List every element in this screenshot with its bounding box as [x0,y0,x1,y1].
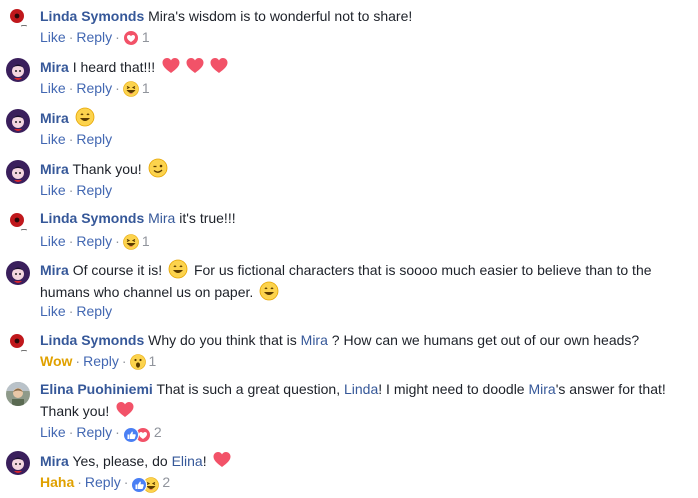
comment-body: Linda Symonds Mira it's true!!! [40,208,688,229]
comment-actions: Like · Reply · 2 [40,422,162,442]
comment-actions: Like · Reply · 1 [40,29,150,46]
love-reaction-icon[interactable] [123,30,139,46]
mention-link[interactable]: Linda [344,381,378,397]
comment-text: humans who channel us on paper. [40,284,254,300]
comment-thread: Linda Symonds Mira's wisdom is to wonder… [0,0,698,498]
reply-button[interactable]: Reply [76,303,112,319]
reply-button[interactable]: Reply [76,80,112,96]
mira-avatar-icon[interactable] [6,109,30,133]
like-button[interactable]: Like [40,182,66,198]
heart-emoji-icon [161,56,181,76]
mention-link[interactable]: Mira [301,332,328,348]
grinning-emoji-icon [75,107,95,127]
reaction-count[interactable]: 1 [142,80,150,96]
linda-avatar-icon[interactable] [6,6,30,30]
grinning-emoji-icon [259,281,279,301]
elina-avatar-icon[interactable] [6,382,30,406]
comment-actions: Like · Reply · 1 [40,80,150,97]
wow-reaction-button[interactable]: Wow [40,353,72,369]
reply-button[interactable]: Reply [76,424,112,440]
comment-actions: Like · Reply · 1 [40,233,150,250]
mention-link[interactable]: Mira [148,210,175,226]
comment-text: Why do you think that is [148,332,297,348]
comment-text: ? How can we humans get out of our own h… [331,332,640,348]
comment-body: Linda Symonds Why do you think that is M… [40,330,688,351]
comment-body: Linda Symonds Mira's wisdom is to wonder… [40,6,688,27]
haha-reaction-button[interactable]: Haha [40,474,74,490]
heart-emoji-icon [212,450,232,470]
comment-text: Yes, please, do [72,453,168,469]
reply-button[interactable]: Reply [76,233,112,249]
reaction-count[interactable]: 1 [149,353,157,369]
like-button[interactable]: Like [40,303,66,319]
author-name[interactable]: Linda Symonds [40,332,144,348]
reply-button[interactable]: Reply [76,131,112,147]
reply-button[interactable]: Reply [85,474,121,490]
comment-text: ! I might need to doodle [378,381,525,397]
comment-body: Mira Thank you! [40,158,688,180]
like-love-reaction-icon[interactable] [123,423,151,443]
like-button[interactable]: Like [40,29,66,45]
comment-text: I heard that!!! [72,59,156,75]
author-name[interactable]: Mira [40,110,69,126]
comment-body: Mira Of course it is! For us fictional c… [40,259,688,303]
comment-body: Elina Puohiniemi That is such a great qu… [40,379,688,422]
author-name[interactable]: Mira [40,161,69,177]
comment-body: Mira [40,107,688,129]
grinning-emoji-icon [168,259,188,279]
author-name[interactable]: Elina Puohiniemi [40,381,153,397]
comment-body: Mira I heard that!!! [40,56,688,78]
mira-avatar-icon[interactable] [6,58,30,82]
reply-button[interactable]: Reply [83,353,119,369]
comment-actions: Haha · Reply · 2 [40,472,170,492]
linda-avatar-icon[interactable] [6,331,30,355]
comment-text: That is such a great question, [156,381,341,397]
comment-actions: Like · Reply [40,303,113,319]
like-button[interactable]: Like [40,233,66,249]
author-name[interactable]: Mira [40,262,69,278]
linda-avatar-icon[interactable] [6,210,30,234]
heart-emoji-icon [209,56,229,76]
author-name[interactable]: Linda Symonds [40,8,144,24]
reaction-count[interactable]: 2 [162,474,170,490]
wink-emoji-icon [148,158,168,178]
heart-emoji-icon [115,400,135,420]
author-name[interactable]: Linda Symonds [40,210,144,226]
like-button[interactable]: Like [40,80,66,96]
mention-link[interactable]: Mira [528,381,555,397]
reaction-count[interactable]: 1 [142,233,150,249]
comment-text: Of course it is! [72,262,163,278]
comment-actions: Like · Reply [40,182,113,198]
mira-avatar-icon[interactable] [6,451,30,475]
haha-reaction-icon[interactable] [123,234,139,250]
reply-button[interactable]: Reply [76,182,112,198]
comment-text: ! [202,453,207,469]
mira-avatar-icon[interactable] [6,261,30,285]
like-haha-reaction-icon[interactable] [131,473,159,493]
comment-text: Thank you! [72,161,142,177]
heart-emoji-icon [185,56,205,76]
reaction-count[interactable]: 1 [142,29,150,45]
wow-reaction-icon[interactable] [130,354,146,370]
comment-text: Thank you! [40,403,110,419]
reply-button[interactable]: Reply [76,29,112,45]
mention-link[interactable]: Elina [172,453,203,469]
comment-actions: Like · Reply [40,131,113,147]
like-button[interactable]: Like [40,131,66,147]
comment-text: For us fictional characters that is sooo… [193,262,652,278]
comment-text: 's answer for that! [555,381,666,397]
comment-actions: Wow · Reply · 1 [40,353,157,370]
like-button[interactable]: Like [40,424,66,440]
mira-avatar-icon[interactable] [6,160,30,184]
comment-text: Mira's wisdom is to wonderful not to sha… [148,8,413,24]
reaction-count[interactable]: 2 [154,424,162,440]
author-name[interactable]: Mira [40,453,69,469]
haha-reaction-icon[interactable] [123,81,139,97]
author-name[interactable]: Mira [40,59,69,75]
comment-body: Mira Yes, please, do Elina! [40,450,688,472]
comment-text: it's true!!! [179,210,236,226]
